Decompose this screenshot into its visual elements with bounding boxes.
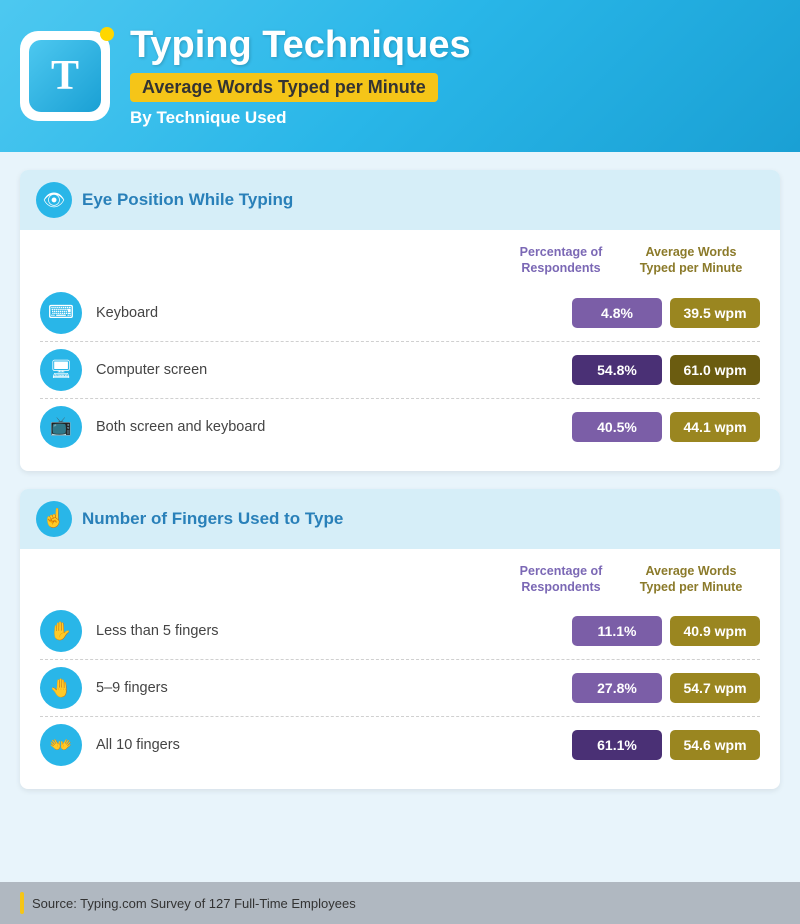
table-row: ⌨ Keyboard 4.8% 39.5 wpm — [40, 285, 760, 342]
pct-badge: 40.5% — [572, 412, 662, 442]
pct-badge: 4.8% — [572, 298, 662, 328]
section1-col1-header: Percentage of Respondents — [496, 244, 626, 277]
row-label: Less than 5 fingers — [96, 623, 572, 639]
table-row: 📺 Both screen and keyboard 40.5% 44.1 wp… — [40, 399, 760, 455]
footer: Source: Typing.com Survey of 127 Full-Ti… — [0, 882, 800, 924]
section2-title: Number of Fingers Used to Type — [82, 509, 343, 529]
header-sub: By Technique Used — [130, 108, 471, 128]
page-title: Typing Techniques — [130, 24, 471, 67]
row-label: Both screen and keyboard — [96, 419, 572, 435]
section2-col-headers: Percentage of Respondents Average Words … — [40, 563, 760, 596]
header-text: Typing Techniques Average Words Typed pe… — [130, 24, 471, 128]
row-badges: 4.8% 39.5 wpm — [572, 298, 760, 328]
both-icon: 📺 — [40, 406, 82, 448]
mid-fingers-icon: 🤚 — [40, 667, 82, 709]
pct-badge: 61.1% — [572, 730, 662, 760]
section1-col-headers: Percentage of Respondents Average Words … — [40, 244, 760, 277]
row-label: Keyboard — [96, 305, 572, 321]
section1-col2-header: Average Words Typed per Minute — [626, 244, 756, 277]
section1-header: 👁 Eye Position While Typing — [20, 170, 780, 230]
logo-letter: T — [29, 40, 101, 112]
section2-col1-header: Percentage of Respondents — [496, 563, 626, 596]
row-badges: 61.1% 54.6 wpm — [572, 730, 760, 760]
screen-icon: 🖥 — [40, 349, 82, 391]
pct-badge: 11.1% — [572, 616, 662, 646]
row-label: Computer screen — [96, 362, 572, 378]
wpm-badge: 61.0 wpm — [670, 355, 760, 385]
all-fingers-icon: 👐 — [40, 724, 82, 766]
finger-icon: ☝ — [36, 501, 72, 537]
subtitle-badge: Average Words Typed per Minute — [130, 73, 438, 102]
main-content: 👁 Eye Position While Typing Percentage o… — [0, 152, 800, 882]
eye-icon: 👁 — [36, 182, 72, 218]
row-badges: 54.8% 61.0 wpm — [572, 355, 760, 385]
row-badges: 27.8% 54.7 wpm — [572, 673, 760, 703]
footer-bar — [20, 892, 24, 914]
row-badges: 40.5% 44.1 wpm — [572, 412, 760, 442]
header: T Typing Techniques Average Words Typed … — [0, 0, 800, 152]
table-row: ✋ Less than 5 fingers 11.1% 40.9 wpm — [40, 603, 760, 660]
table-row: 🤚 5–9 fingers 27.8% 54.7 wpm — [40, 660, 760, 717]
header-logo: T — [20, 31, 110, 121]
section2-header: ☝ Number of Fingers Used to Type — [20, 489, 780, 549]
section-eye-position: 👁 Eye Position While Typing Percentage o… — [20, 170, 780, 471]
keyboard-icon: ⌨ — [40, 292, 82, 334]
row-label: 5–9 fingers — [96, 680, 572, 696]
section1-title: Eye Position While Typing — [82, 190, 293, 210]
section-fingers: ☝ Number of Fingers Used to Type Percent… — [20, 489, 780, 790]
row-badges: 11.1% 40.9 wpm — [572, 616, 760, 646]
footer-text: Source: Typing.com Survey of 127 Full-Ti… — [32, 896, 356, 911]
wpm-badge: 54.6 wpm — [670, 730, 760, 760]
pct-badge: 54.8% — [572, 355, 662, 385]
section1-body: Percentage of Respondents Average Words … — [20, 230, 780, 471]
section2-body: Percentage of Respondents Average Words … — [20, 549, 780, 790]
few-fingers-icon: ✋ — [40, 610, 82, 652]
row-label: All 10 fingers — [96, 737, 572, 753]
wpm-badge: 54.7 wpm — [670, 673, 760, 703]
table-row: 🖥 Computer screen 54.8% 61.0 wpm — [40, 342, 760, 399]
wpm-badge: 40.9 wpm — [670, 616, 760, 646]
wpm-badge: 39.5 wpm — [670, 298, 760, 328]
section2-col2-header: Average Words Typed per Minute — [626, 563, 756, 596]
wpm-badge: 44.1 wpm — [670, 412, 760, 442]
table-row: 👐 All 10 fingers 61.1% 54.6 wpm — [40, 717, 760, 773]
pct-badge: 27.8% — [572, 673, 662, 703]
